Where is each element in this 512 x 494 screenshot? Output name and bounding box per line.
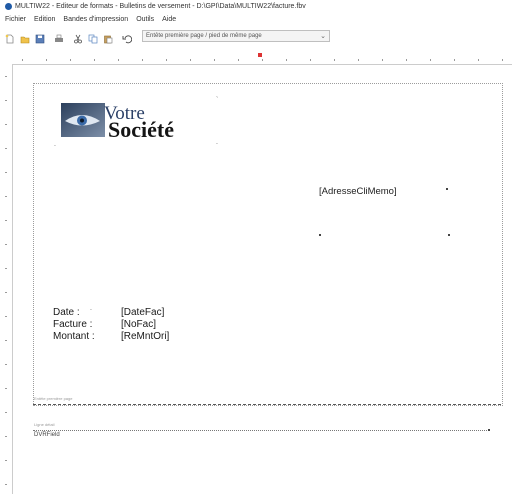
ruler-tick xyxy=(190,59,191,61)
horizontal-ruler xyxy=(12,56,512,65)
field-datefac[interactable]: [DateFac] xyxy=(121,307,164,318)
ruler-tick xyxy=(334,59,335,61)
paste-icon[interactable] xyxy=(103,31,113,44)
company-logo[interactable]: Votre Société xyxy=(60,102,218,145)
ruler-tick xyxy=(5,388,7,389)
ruler-tick xyxy=(214,59,215,61)
selection-handle[interactable]: . xyxy=(90,305,92,312)
ruler-tick xyxy=(5,364,7,365)
ruler-tick xyxy=(5,124,7,125)
ruler-tick xyxy=(406,59,407,61)
ruler-marker[interactable] xyxy=(258,53,262,57)
ruler-tick xyxy=(5,196,7,197)
label-facture[interactable]: Facture : xyxy=(53,319,92,330)
menu-fichier[interactable]: Fichier xyxy=(5,16,26,23)
selection-handle[interactable] xyxy=(488,429,490,431)
ruler-tick xyxy=(5,268,7,269)
print-icon[interactable] xyxy=(54,31,64,42)
ruler-tick xyxy=(430,59,431,61)
selection-handle[interactable]: . xyxy=(216,139,218,146)
band-select-value: Entête première page / pied de même page xyxy=(146,33,262,39)
ruler-tick xyxy=(358,59,359,61)
ruler-tick xyxy=(262,59,263,61)
ruler-tick xyxy=(382,59,383,61)
ruler-tick xyxy=(142,59,143,61)
ruler-tick xyxy=(46,59,47,61)
ruler-tick xyxy=(5,412,7,413)
ruler-tick xyxy=(454,59,455,61)
ruler-tick xyxy=(94,59,95,61)
ruler-tick xyxy=(5,436,7,437)
selection-handle[interactable] xyxy=(446,188,448,190)
cut-icon[interactable] xyxy=(73,31,83,44)
menu-bar: Fichier Edition Bandes d'impression Outi… xyxy=(0,13,512,25)
address-field[interactable]: [AdresseCliMemo] xyxy=(319,186,397,197)
new-icon[interactable] xyxy=(5,31,15,44)
dvr-field[interactable]: DVRField xyxy=(34,432,60,438)
label-date[interactable]: Date : xyxy=(53,307,80,318)
field-nofac[interactable]: [NoFac] xyxy=(121,319,156,330)
ruler-tick xyxy=(5,76,7,77)
selection-handle[interactable] xyxy=(319,234,321,236)
ruler-tick xyxy=(5,244,7,245)
ruler-tick xyxy=(5,484,7,485)
ruler-tick xyxy=(310,59,311,61)
ruler-tick xyxy=(478,59,479,61)
undo-icon[interactable] xyxy=(122,31,133,44)
logo-line2: Société xyxy=(108,117,174,142)
ruler-tick xyxy=(238,59,239,61)
menu-bandes-impression[interactable]: Bandes d'impression xyxy=(63,16,128,23)
field-remntori[interactable]: [ReMntOri] xyxy=(121,331,169,342)
ruler-tick xyxy=(5,340,7,341)
band-label-detail: Ligne détail xyxy=(34,422,55,427)
eye-logo-icon: Votre Société xyxy=(61,103,174,142)
band-select[interactable]: Entête première page / pied de même page… xyxy=(142,30,330,42)
title-bar: MULTIW22 - Editeur de formats - Bulletin… xyxy=(0,0,512,13)
chevron-down-icon: ⌄ xyxy=(320,33,326,40)
ruler-tick xyxy=(5,148,7,149)
menu-aide[interactable]: Aide xyxy=(162,16,176,23)
menu-edition[interactable]: Edition xyxy=(34,16,55,23)
window-title: MULTIW22 - Editeur de formats - Bulletin… xyxy=(15,3,306,10)
label-montant[interactable]: Montant : xyxy=(53,331,95,342)
selection-handle[interactable] xyxy=(448,234,450,236)
ruler-tick xyxy=(70,59,71,61)
ruler-tick xyxy=(502,59,503,61)
menu-outils[interactable]: Outils xyxy=(136,16,154,23)
ruler-tick xyxy=(5,100,7,101)
save-icon[interactable] xyxy=(35,31,45,44)
band-separator[interactable] xyxy=(33,404,501,405)
copy-icon[interactable] xyxy=(88,31,98,44)
vertical-ruler xyxy=(0,64,13,494)
ruler-tick xyxy=(5,172,7,173)
toolbar: Entête première page / pied de même page… xyxy=(0,25,512,47)
ruler-tick xyxy=(5,292,7,293)
ruler-tick xyxy=(118,59,119,61)
design-canvas[interactable]: Votre Société ` . . [AdresseCliMemo] Dat… xyxy=(13,65,512,494)
band-separator[interactable] xyxy=(33,430,489,431)
open-icon[interactable] xyxy=(20,31,30,44)
ruler-tick xyxy=(22,59,23,61)
ruler-tick xyxy=(166,59,167,61)
ruler-tick xyxy=(5,220,7,221)
selection-handle[interactable]: ` xyxy=(216,97,218,104)
band-label-header: Entête première page xyxy=(34,396,73,401)
selection-handle[interactable]: . xyxy=(54,141,56,148)
app-icon xyxy=(5,3,12,10)
ruler-tick xyxy=(5,460,7,461)
ruler-tick xyxy=(286,59,287,61)
ruler-tick xyxy=(5,316,7,317)
